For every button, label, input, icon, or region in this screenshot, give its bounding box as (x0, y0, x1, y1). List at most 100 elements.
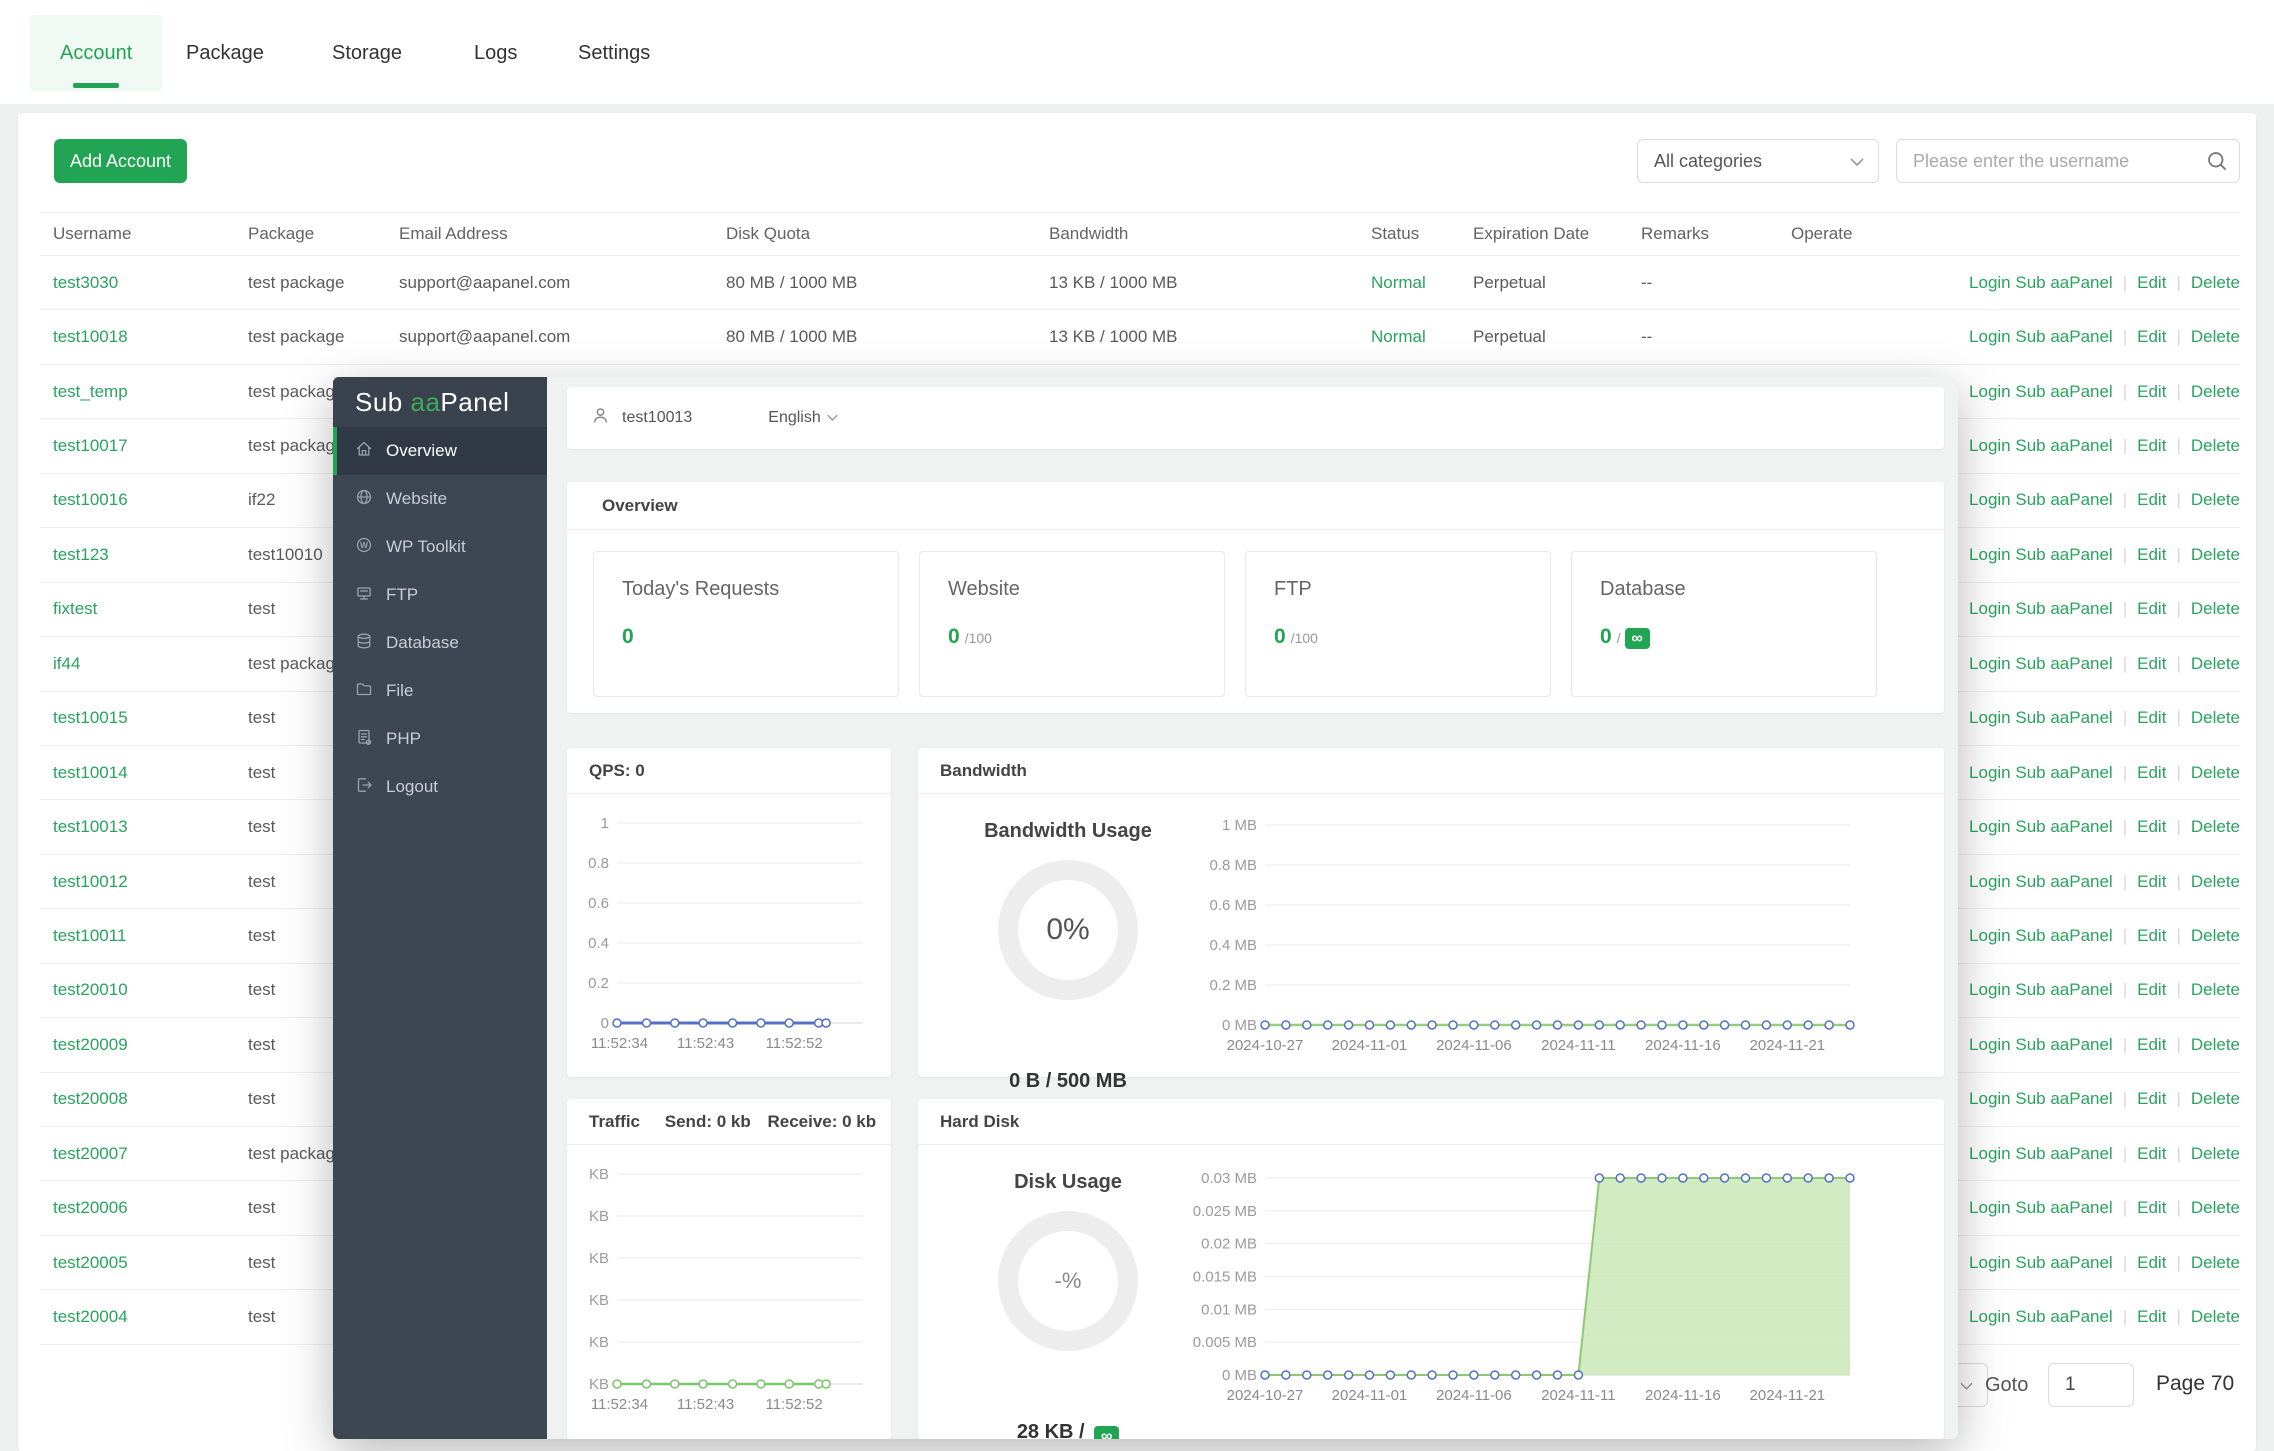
delete-link[interactable]: Delete (2191, 926, 2240, 945)
login-sub-aapanel-link[interactable]: Login Sub aaPanel (1969, 436, 2113, 455)
search-input[interactable] (1896, 139, 2240, 183)
delete-link[interactable]: Delete (2191, 872, 2240, 891)
stat-value-suffix: /100 (964, 630, 992, 646)
username-link[interactable]: test10018 (40, 327, 248, 347)
login-sub-aapanel-link[interactable]: Login Sub aaPanel (1969, 599, 2113, 618)
username-link[interactable]: test10011 (40, 926, 248, 946)
add-account-button[interactable]: Add Account (54, 139, 187, 183)
login-sub-aapanel-link[interactable]: Login Sub aaPanel (1969, 872, 2113, 891)
sidebar-item-wp-toolkit[interactable]: W WP Toolkit (333, 523, 547, 571)
edit-link[interactable]: Edit (2137, 763, 2166, 782)
delete-link[interactable]: Delete (2191, 545, 2240, 564)
edit-link[interactable]: Edit (2137, 708, 2166, 727)
delete-link[interactable]: Delete (2191, 490, 2240, 509)
edit-link[interactable]: Edit (2137, 1089, 2166, 1108)
sidebar-item-website[interactable]: Website (333, 475, 547, 523)
login-sub-aapanel-link[interactable]: Login Sub aaPanel (1969, 545, 2113, 564)
edit-link[interactable]: Edit (2137, 490, 2166, 509)
username-link[interactable]: test10015 (40, 708, 248, 728)
delete-link[interactable]: Delete (2191, 1253, 2240, 1272)
edit-link[interactable]: Edit (2137, 436, 2166, 455)
login-sub-aapanel-link[interactable]: Login Sub aaPanel (1969, 708, 2113, 727)
edit-link[interactable]: Edit (2137, 545, 2166, 564)
edit-link[interactable]: Edit (2137, 327, 2166, 346)
edit-link[interactable]: Edit (2137, 382, 2166, 401)
tab-account[interactable]: Account (30, 15, 163, 91)
tab-package[interactable]: Package (186, 15, 264, 91)
sidebar-item-php[interactable]: PHP (333, 715, 547, 763)
edit-link[interactable]: Edit (2137, 1144, 2166, 1163)
delete-link[interactable]: Delete (2191, 1035, 2240, 1054)
username-link[interactable]: test3030 (40, 273, 248, 293)
delete-link[interactable]: Delete (2191, 980, 2240, 999)
delete-link[interactable]: Delete (2191, 763, 2240, 782)
sidebar-item-overview[interactable]: Overview (333, 427, 547, 475)
login-sub-aapanel-link[interactable]: Login Sub aaPanel (1969, 1253, 2113, 1272)
login-sub-aapanel-link[interactable]: Login Sub aaPanel (1969, 382, 2113, 401)
username-link[interactable]: fixtest (40, 599, 248, 619)
username-link[interactable]: if44 (40, 654, 248, 674)
username-link[interactable]: test10012 (40, 872, 248, 892)
delete-link[interactable]: Delete (2191, 599, 2240, 618)
login-sub-aapanel-link[interactable]: Login Sub aaPanel (1969, 1198, 2113, 1217)
edit-link[interactable]: Edit (2137, 1253, 2166, 1272)
username-link[interactable]: test_temp (40, 382, 248, 402)
edit-link[interactable]: Edit (2137, 654, 2166, 673)
delete-link[interactable]: Delete (2191, 436, 2240, 455)
username-link[interactable]: test10017 (40, 436, 248, 456)
username-link[interactable]: test20008 (40, 1089, 248, 1109)
language-select[interactable]: English (768, 409, 838, 427)
username-link[interactable]: test10013 (40, 817, 248, 837)
username-link[interactable]: test20007 (40, 1144, 248, 1164)
delete-link[interactable]: Delete (2191, 654, 2240, 673)
login-sub-aapanel-link[interactable]: Login Sub aaPanel (1969, 1307, 2113, 1326)
username-link[interactable]: test20009 (40, 1035, 248, 1055)
sidebar-item-database[interactable]: Database (333, 619, 547, 667)
delete-link[interactable]: Delete (2191, 1144, 2240, 1163)
search-icon[interactable] (2206, 150, 2228, 177)
username-link[interactable]: test20006 (40, 1198, 248, 1218)
delete-link[interactable]: Delete (2191, 327, 2240, 346)
tab-storage[interactable]: Storage (332, 15, 402, 91)
login-sub-aapanel-link[interactable]: Login Sub aaPanel (1969, 1035, 2113, 1054)
login-sub-aapanel-link[interactable]: Login Sub aaPanel (1969, 327, 2113, 346)
tab-settings[interactable]: Settings (578, 15, 650, 91)
edit-link[interactable]: Edit (2137, 980, 2166, 999)
delete-link[interactable]: Delete (2191, 1089, 2240, 1108)
sidebar-item-logout[interactable]: Logout (333, 763, 547, 811)
edit-link[interactable]: Edit (2137, 1307, 2166, 1326)
username-link[interactable]: test20005 (40, 1253, 248, 1273)
username-link[interactable]: test20010 (40, 980, 248, 1000)
delete-link[interactable]: Delete (2191, 817, 2240, 836)
username-link[interactable]: test10016 (40, 490, 248, 510)
goto-page-input[interactable] (2048, 1363, 2134, 1407)
delete-link[interactable]: Delete (2191, 708, 2240, 727)
edit-link[interactable]: Edit (2137, 273, 2166, 292)
tab-logs[interactable]: Logs (474, 15, 517, 91)
login-sub-aapanel-link[interactable]: Login Sub aaPanel (1969, 654, 2113, 673)
edit-link[interactable]: Edit (2137, 926, 2166, 945)
username-link[interactable]: test123 (40, 545, 248, 565)
login-sub-aapanel-link[interactable]: Login Sub aaPanel (1969, 273, 2113, 292)
username-link[interactable]: test10014 (40, 763, 248, 783)
sidebar-item-ftp[interactable]: FTP (333, 571, 547, 619)
login-sub-aapanel-link[interactable]: Login Sub aaPanel (1969, 1144, 2113, 1163)
delete-link[interactable]: Delete (2191, 1307, 2240, 1326)
edit-link[interactable]: Edit (2137, 817, 2166, 836)
delete-link[interactable]: Delete (2191, 1198, 2240, 1217)
delete-link[interactable]: Delete (2191, 382, 2240, 401)
login-sub-aapanel-link[interactable]: Login Sub aaPanel (1969, 490, 2113, 509)
edit-link[interactable]: Edit (2137, 872, 2166, 891)
login-sub-aapanel-link[interactable]: Login Sub aaPanel (1969, 926, 2113, 945)
category-filter-select[interactable]: All categories (1637, 139, 1879, 183)
login-sub-aapanel-link[interactable]: Login Sub aaPanel (1969, 1089, 2113, 1108)
login-sub-aapanel-link[interactable]: Login Sub aaPanel (1969, 980, 2113, 999)
edit-link[interactable]: Edit (2137, 1035, 2166, 1054)
login-sub-aapanel-link[interactable]: Login Sub aaPanel (1969, 817, 2113, 836)
username-link[interactable]: test20004 (40, 1307, 248, 1327)
login-sub-aapanel-link[interactable]: Login Sub aaPanel (1969, 763, 2113, 782)
edit-link[interactable]: Edit (2137, 1198, 2166, 1217)
sidebar-item-file[interactable]: File (333, 667, 547, 715)
edit-link[interactable]: Edit (2137, 599, 2166, 618)
delete-link[interactable]: Delete (2191, 273, 2240, 292)
